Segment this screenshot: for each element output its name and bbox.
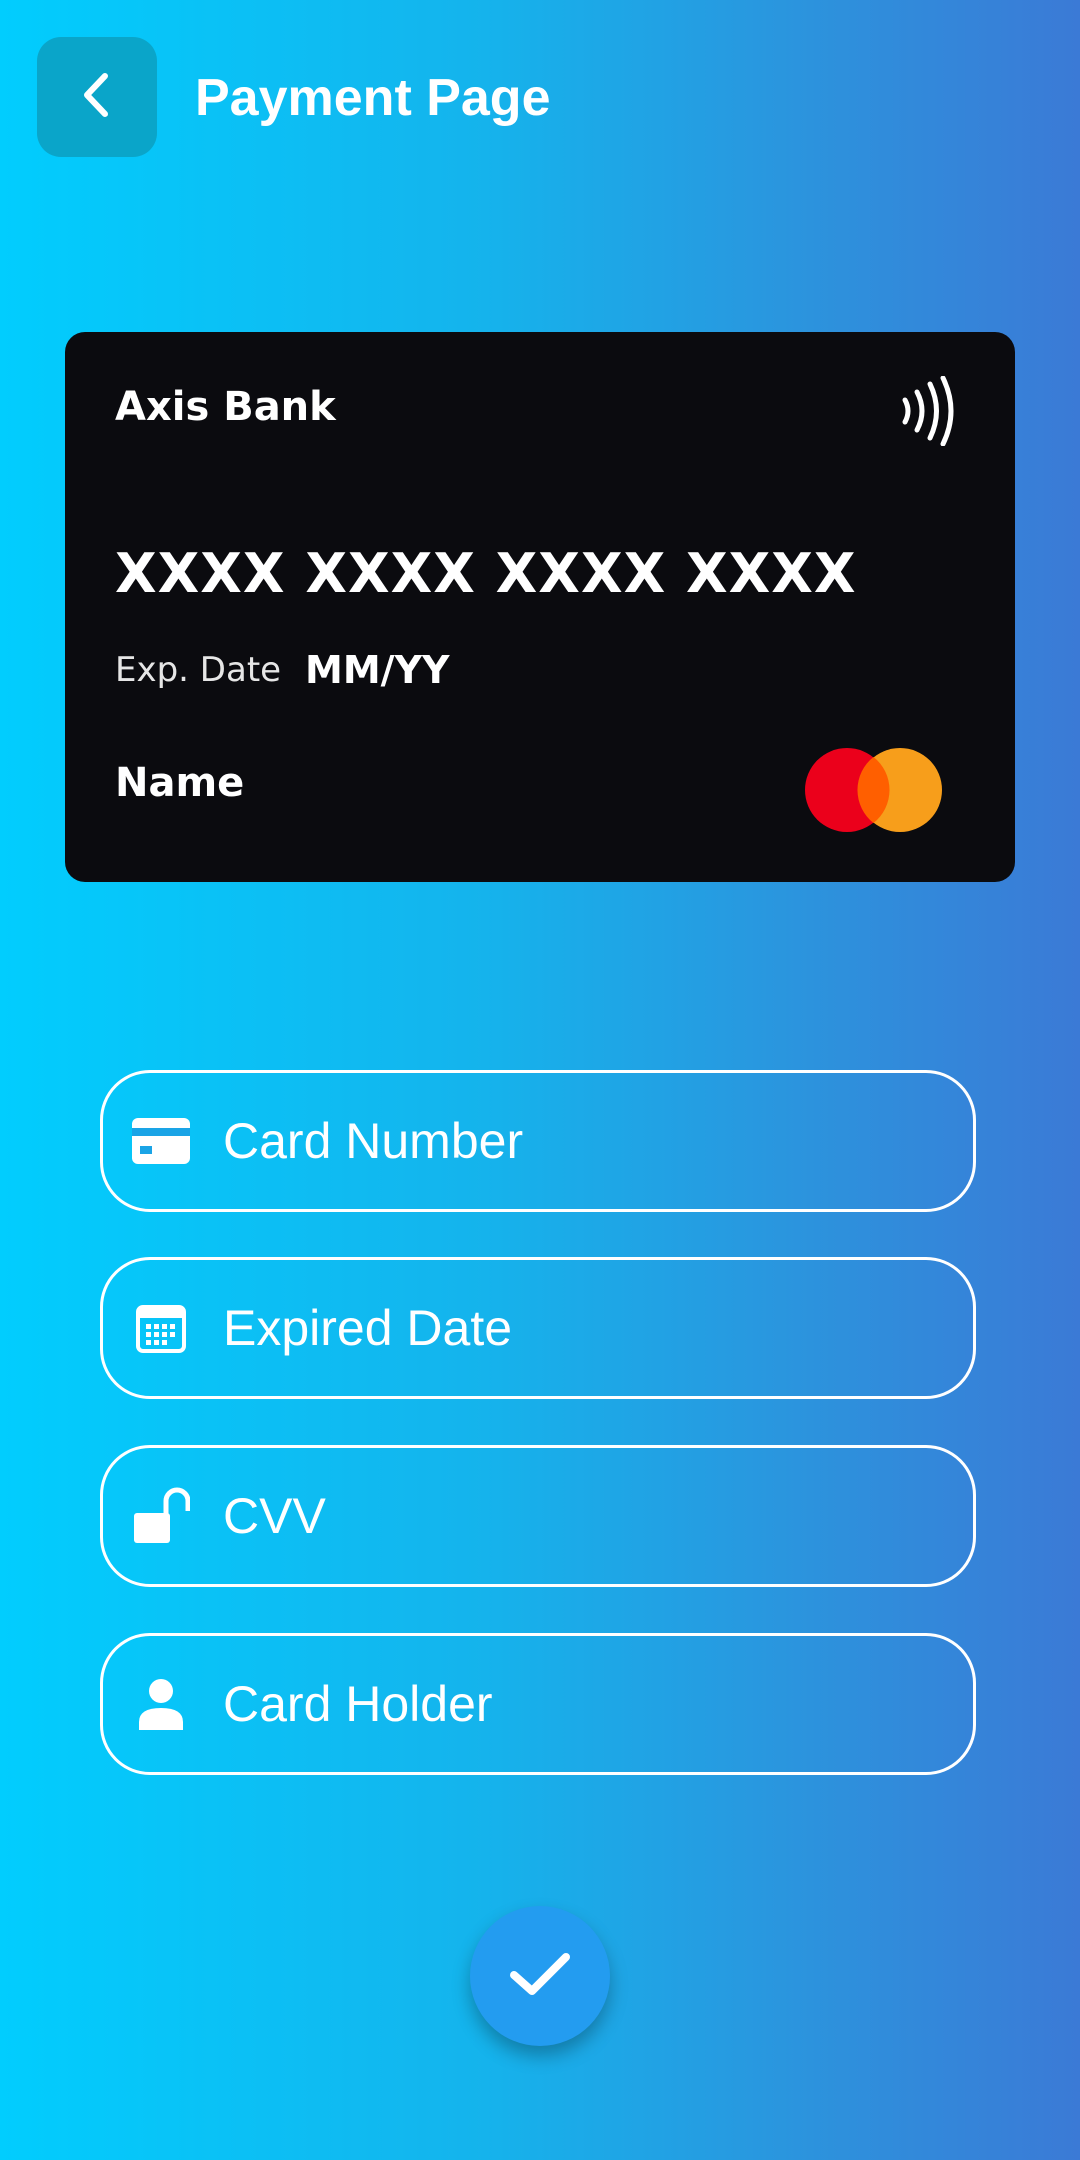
expiry-label: Exp. Date xyxy=(115,650,282,690)
person-icon xyxy=(131,1674,191,1734)
card-number-field[interactable] xyxy=(100,1070,976,1212)
nfc-icon xyxy=(897,375,957,450)
expiry-date-input[interactable] xyxy=(223,1299,863,1357)
card-holder-field[interactable] xyxy=(100,1633,976,1775)
expiry-date-field[interactable] xyxy=(100,1257,976,1399)
mastercard-logo xyxy=(805,740,955,844)
calendar-icon xyxy=(131,1298,191,1358)
credit-card-icon xyxy=(131,1111,191,1171)
check-icon xyxy=(508,1949,572,2003)
submit-button[interactable] xyxy=(470,1906,610,2046)
cvv-field[interactable] xyxy=(100,1445,976,1587)
card-number-input[interactable] xyxy=(223,1112,863,1170)
expiry-value: MM/YY xyxy=(305,648,450,692)
unlock-icon xyxy=(131,1486,191,1546)
card-holder-name: Name xyxy=(115,760,245,806)
bank-name: Axis Bank xyxy=(115,384,336,430)
back-button[interactable] xyxy=(37,37,157,157)
credit-card-preview: Axis Bank XXXX XXXX XXXX XXXX Exp. Date … xyxy=(65,332,1015,882)
cvv-input[interactable] xyxy=(223,1487,863,1545)
card-holder-input[interactable] xyxy=(223,1675,863,1733)
card-number-display: XXXX XXXX XXXX XXXX xyxy=(115,542,857,605)
chevron-left-icon xyxy=(77,70,117,124)
page-title: Payment Page xyxy=(195,69,551,127)
